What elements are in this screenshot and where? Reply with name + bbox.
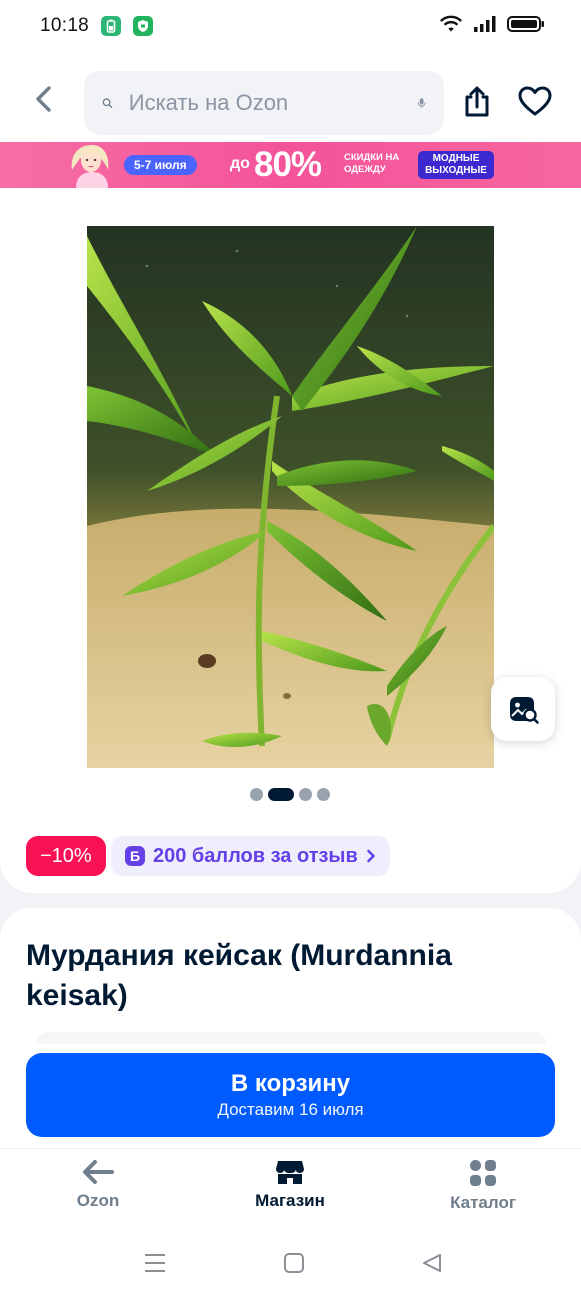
gallery-pagination — [250, 788, 330, 801]
search-box[interactable] — [84, 71, 444, 135]
product-photo — [87, 226, 494, 768]
visual-search-button[interactable] — [491, 677, 555, 741]
back-system-button[interactable] — [421, 1252, 443, 1279]
add-to-cart-button[interactable]: В корзину Доставим 16 июля — [26, 1053, 555, 1137]
gallery-dot[interactable] — [250, 788, 263, 801]
status-bar: 10:18 — [0, 0, 581, 52]
system-nav-bar — [0, 1230, 581, 1300]
status-right — [439, 15, 545, 38]
store-icon — [276, 1161, 304, 1184]
nav-item-ozon[interactable]: Ozon — [28, 1159, 168, 1211]
status-left: 10:18 — [40, 15, 154, 37]
status-time: 10:18 — [40, 15, 90, 36]
product-title: Мурдания кейсак (Murdannia keisak) — [26, 939, 452, 1012]
search-input[interactable] — [128, 90, 417, 116]
review-points-badge[interactable]: Б 200 баллов за отзыв — [111, 836, 390, 876]
product-image-gallery[interactable] — [87, 226, 494, 768]
chevron-left-icon — [36, 86, 51, 112]
points-icon: Б — [125, 846, 145, 866]
battery-icon — [507, 15, 545, 38]
favorite-button[interactable] — [518, 86, 552, 121]
search-icon — [102, 98, 113, 108]
product-card: −10% Б 200 баллов за отзыв — [0, 188, 581, 893]
add-to-cart-label: В корзину — [230, 1070, 351, 1097]
share-icon — [465, 86, 489, 117]
recents-button[interactable] — [144, 1252, 166, 1279]
promo-tag: МОДНЫЕ ВЫХОДНЫЕ — [418, 151, 494, 179]
heart-icon — [518, 86, 552, 116]
menu-icon — [145, 1254, 165, 1272]
promo-percent: 80% — [254, 145, 322, 184]
nav-label: Магазин — [255, 1191, 325, 1210]
promo-model-illustration — [71, 144, 109, 188]
gallery-dot[interactable] — [317, 788, 330, 801]
nav-item-catalog[interactable]: Каталог — [413, 1159, 553, 1213]
section-divider — [36, 1032, 546, 1044]
promo-sale-text: СКИДКИ НА ОДЕЖДУ — [344, 152, 400, 175]
delivery-date: Доставим 16 июля — [217, 1100, 364, 1119]
triangle-back-icon — [423, 1254, 441, 1272]
gallery-dot-active[interactable] — [268, 788, 294, 801]
back-button[interactable] — [28, 84, 58, 114]
shield-notification-icon — [133, 16, 154, 36]
wifi-icon — [439, 15, 463, 38]
promo-tag-label: МОДНЫЕ ВЫХОДНЫЕ — [425, 153, 487, 176]
discount-badge: −10% — [26, 836, 106, 876]
chevron-right-icon — [367, 849, 375, 863]
image-search-icon — [510, 697, 539, 724]
arrow-left-icon — [83, 1160, 114, 1184]
promo-banner[interactable]: 5-7 июля до 80% СКИДКИ НА ОДЕЖДУ МОДНЫЕ … — [0, 142, 581, 188]
nav-label: Каталог — [450, 1193, 516, 1212]
nav-label: Ozon — [76, 1191, 120, 1210]
share-button[interactable] — [462, 86, 492, 123]
square-icon — [284, 1253, 304, 1273]
gallery-dot[interactable] — [299, 788, 312, 801]
signal-icon — [473, 15, 497, 38]
promo-upto: до — [230, 155, 250, 172]
nav-item-store[interactable]: Магазин — [220, 1159, 360, 1211]
home-button[interactable] — [283, 1252, 305, 1279]
top-bar — [0, 52, 581, 142]
bottom-nav: Ozon Магазин Каталог — [0, 1148, 581, 1230]
battery-saver-notification-icon — [101, 16, 122, 36]
promo-dates: 5-7 июля — [124, 155, 197, 175]
grid-icon — [470, 1160, 496, 1186]
microphone-icon[interactable] — [417, 89, 426, 117]
points-text: 200 баллов за отзыв — [153, 844, 358, 867]
